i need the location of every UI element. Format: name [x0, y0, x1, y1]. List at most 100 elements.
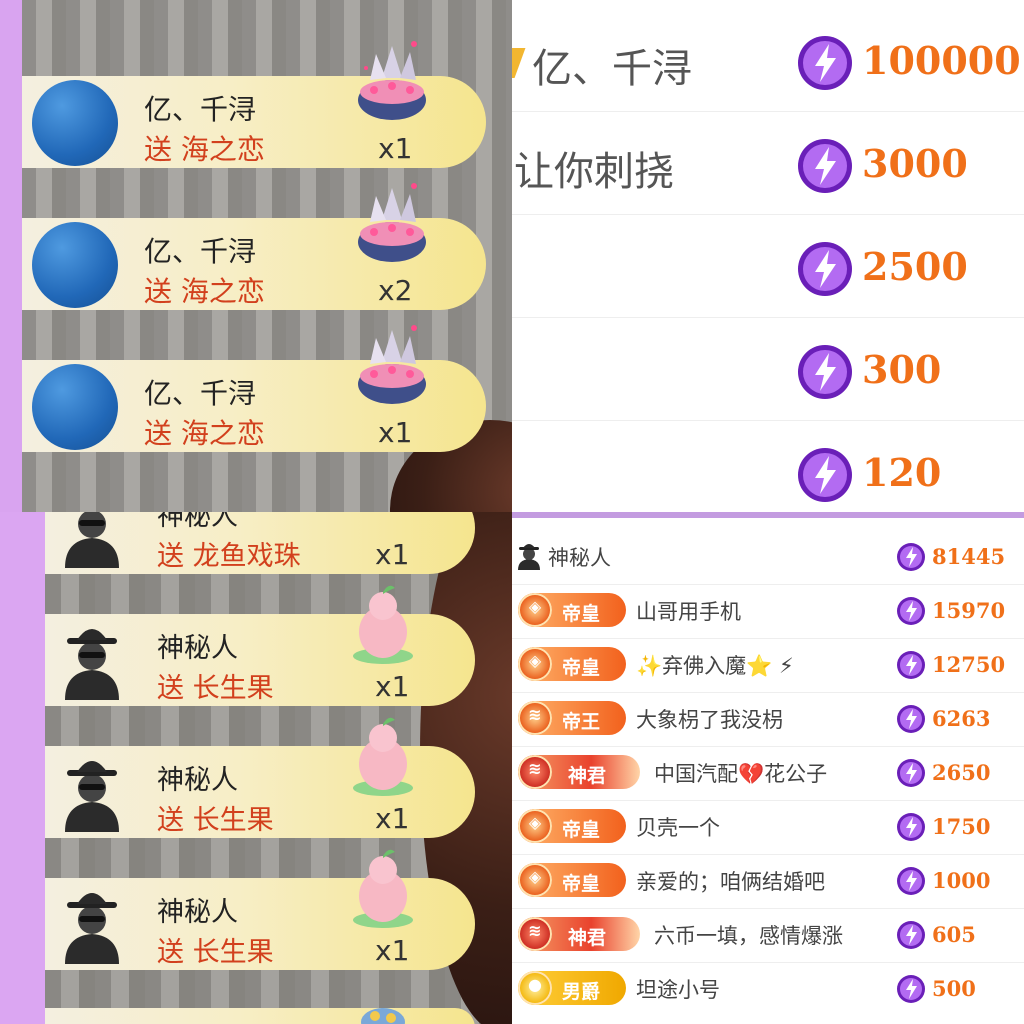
ranking-row[interactable]: ◈ 帝皇 山哥用手机 15970 — [512, 584, 1024, 639]
sender-name: 亿、千浔 — [144, 377, 257, 410]
gift-text: 送 海之恋 — [144, 275, 265, 308]
circle-icon: ● — [528, 975, 542, 994]
gift-count: x2 — [378, 274, 413, 307]
ranking-row[interactable]: 2500 — [512, 214, 1024, 318]
diamond-icon: ◈ — [528, 597, 542, 616]
gift-count: x1 — [378, 132, 413, 165]
lightning-coin-icon — [798, 448, 852, 502]
ranking-name: ✨弃佛入魔⭐ ⚡ — [636, 654, 794, 678]
gift-feed-row[interactable] — [45, 1008, 475, 1024]
ranking-value: 12750 — [932, 652, 1006, 677]
lightning-coin-icon — [897, 867, 925, 895]
chevron-icon: ≋ — [528, 759, 542, 778]
ranking-row[interactable]: ◈ 帝皇 亲爱的；咱俩结婚吧 1000 — [512, 854, 1024, 909]
gift-feed-row[interactable]: 亿、千浔 送 海之恋 x1 — [22, 41, 486, 168]
gift-feed-panel-bottom: 神秘人 送 龙鱼戏珠 x1 神秘人 送 长生果 x1 神秘人 送 长生果 x1 … — [0, 512, 512, 1024]
lightning-coin-icon — [897, 705, 925, 733]
ranking-value: 1000 — [932, 868, 991, 893]
avatar[interactable] — [32, 222, 118, 308]
rank-badge: ◈ 帝皇 — [518, 863, 626, 897]
ranking-row[interactable]: ● 男爵 坦途小号 500 — [512, 962, 1024, 1016]
avatar[interactable] — [32, 80, 118, 166]
gift-count: x1 — [375, 802, 410, 835]
lightning-coin-icon — [798, 36, 852, 90]
gift-feed-row[interactable]: 神秘人 送 长生果 x1 — [45, 717, 475, 838]
gift-feed-row[interactable]: 神秘人 送 龙鱼戏珠 x1 — [45, 512, 475, 574]
badge-fragment — [512, 48, 526, 78]
mystery-avatar-icon — [65, 893, 119, 964]
ranking-row[interactable]: 让你刺挠 3000 — [512, 111, 1024, 215]
lightning-coin-icon — [798, 345, 852, 399]
lightning-coin-icon — [897, 597, 925, 625]
gift-text: 送 长生果 — [157, 937, 274, 968]
diamond-icon: ◈ — [528, 867, 542, 886]
ranking-row[interactable]: ◈ 帝皇 ✨弃佛入魔⭐ ⚡ 12750 — [512, 638, 1024, 693]
ranking-name: 让你刺挠 — [514, 149, 674, 195]
gift-text: 送 龙鱼戏珠 — [157, 541, 301, 572]
lightning-coin-icon — [897, 759, 925, 787]
mystery-avatar-icon — [518, 544, 540, 570]
rank-badge: ● 男爵 — [518, 971, 626, 1005]
ranking-value: 605 — [932, 922, 976, 947]
lightning-coin-icon — [897, 921, 925, 949]
gift-count: x1 — [375, 670, 410, 703]
ranking-value: 500 — [932, 976, 976, 1001]
diamond-icon: ◈ — [528, 813, 542, 832]
sender-name: 亿、千浔 — [144, 235, 257, 268]
diamond-icon: ◈ — [528, 651, 542, 670]
gift-feed-row[interactable]: 神秘人 送 长生果 x1 — [45, 585, 475, 706]
gift-count: x1 — [375, 934, 410, 967]
ranking-value: 2650 — [932, 760, 991, 785]
gift-text: 送 海之恋 — [144, 133, 265, 166]
ranking-row[interactable]: 神秘人 81445 — [512, 530, 1024, 585]
gift-count: x1 — [378, 416, 413, 449]
longevity-fruit-gift-icon — [353, 585, 413, 664]
gift-icon — [361, 1008, 405, 1024]
lightning-coin-icon — [897, 813, 925, 841]
mystery-avatar-icon — [65, 512, 119, 568]
gift-feed-row[interactable]: 神秘人 送 长生果 x1 — [45, 849, 475, 970]
lightning-coin-icon — [897, 651, 925, 679]
ranking-name: 大象枴了我没枴 — [636, 708, 783, 732]
sender-name: 神秘人 — [157, 512, 238, 532]
ranking-name: 贝壳一个 — [636, 816, 720, 840]
chevron-icon: ≋ — [528, 921, 542, 940]
divider-bar — [512, 512, 1024, 518]
chevron-icon: ≋ — [528, 705, 542, 724]
longevity-fruit-gift-icon — [353, 849, 413, 928]
sender-name: 亿、千浔 — [144, 93, 257, 126]
sender-name: 神秘人 — [157, 765, 238, 796]
gift-text: 送 长生果 — [157, 673, 274, 704]
ranking-row[interactable]: ≋ 神君 中国汽配💔花公子 2650 — [512, 746, 1024, 801]
rank-badge: ≋ 神君 — [518, 755, 640, 789]
ranking-value: 1750 — [932, 814, 991, 839]
ocean-love-gift-icon — [358, 183, 426, 262]
ranking-row[interactable]: ≋ 神君 六币一填，感情爆涨 605 — [512, 908, 1024, 963]
ranking-value: 2500 — [862, 244, 968, 289]
ranking-value: 6263 — [932, 706, 991, 731]
mystery-avatar-icon — [65, 761, 119, 832]
gift-feed-row[interactable]: 亿、千浔 送 海之恋 x2 — [22, 183, 486, 310]
mystery-avatar-icon — [65, 629, 119, 700]
ranking-value: 3000 — [862, 141, 968, 186]
ranking-panel-top: 亿、千浔 100000 让你刺挠 3000 2500 300 120 — [512, 0, 1024, 512]
ranking-row[interactable]: 300 — [512, 317, 1024, 421]
sender-name: 神秘人 — [157, 897, 238, 928]
avatar[interactable] — [32, 364, 118, 450]
ranking-row[interactable]: 亿、千浔 100000 — [512, 8, 1024, 112]
lightning-coin-icon — [798, 242, 852, 296]
sender-name: 神秘人 — [157, 633, 238, 664]
rank-badge: ◈ 帝皇 — [518, 647, 626, 681]
lightning-coin-icon — [897, 975, 925, 1003]
gift-feed-row[interactable]: 亿、千浔 送 海之恋 x1 — [22, 325, 486, 452]
ranking-value: 120 — [862, 450, 942, 495]
ranking-row[interactable]: ≋ 帝王 大象枴了我没枴 6263 — [512, 692, 1024, 747]
ocean-love-gift-icon — [358, 41, 426, 120]
lightning-coin-icon — [897, 543, 925, 571]
ranking-value: 15970 — [932, 598, 1006, 623]
ranking-name: 坦途小号 — [636, 978, 720, 1002]
ranking-row[interactable]: ◈ 帝皇 贝壳一个 1750 — [512, 800, 1024, 855]
rank-badge: ◈ 帝皇 — [518, 809, 626, 843]
ocean-love-gift-icon — [358, 325, 426, 404]
ranking-row[interactable]: 120 — [512, 420, 1024, 512]
